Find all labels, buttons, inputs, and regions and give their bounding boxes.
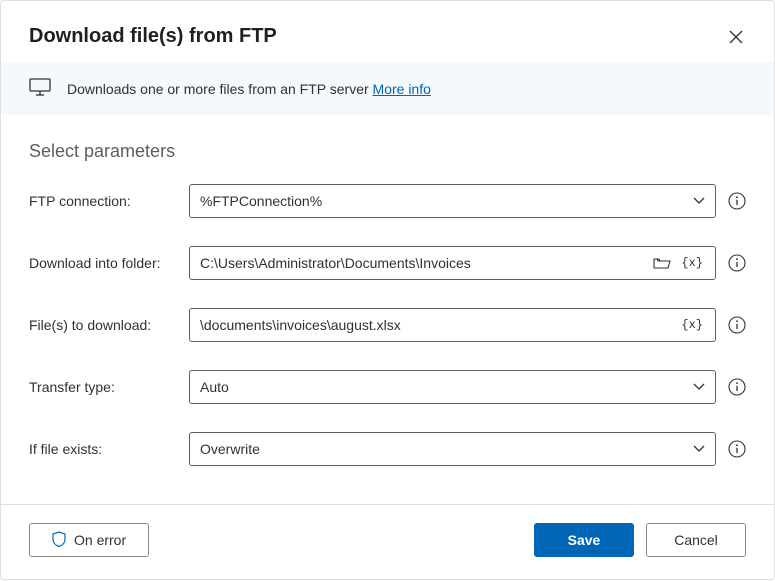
save-label: Save bbox=[568, 532, 601, 548]
download-folder-label: Download into folder: bbox=[29, 255, 177, 271]
if-file-exists-label: If file exists: bbox=[29, 441, 177, 457]
banner-text: Downloads one or more files from an FTP … bbox=[67, 81, 431, 97]
dialog-title: Download file(s) from FTP bbox=[29, 25, 277, 48]
dialog-header: Download file(s) from FTP bbox=[1, 1, 774, 62]
files-to-download-input[interactable]: \documents\invoices\august.xlsx {x} bbox=[189, 308, 716, 342]
field-if-file-exists: If file exists: Overwrite bbox=[29, 432, 746, 466]
on-error-label: On error bbox=[74, 532, 126, 548]
field-download-folder: Download into folder: C:\Users\Administr… bbox=[29, 246, 746, 280]
chevron-down-icon bbox=[693, 383, 705, 391]
variable-picker-icon[interactable]: {x} bbox=[679, 256, 705, 270]
info-icon bbox=[728, 378, 746, 396]
save-button[interactable]: Save bbox=[534, 523, 634, 557]
folder-open-icon[interactable] bbox=[653, 256, 671, 270]
ftp-connection-label: FTP connection: bbox=[29, 193, 177, 209]
if-file-exists-info[interactable] bbox=[728, 440, 746, 458]
on-error-button[interactable]: On error bbox=[29, 523, 149, 557]
content-area: Select parameters FTP connection: %FTPCo… bbox=[1, 115, 774, 504]
files-to-download-label: File(s) to download: bbox=[29, 317, 177, 333]
footer-right: Save Cancel bbox=[534, 523, 746, 557]
section-title: Select parameters bbox=[29, 141, 746, 162]
cancel-button[interactable]: Cancel bbox=[646, 523, 746, 557]
banner-desc: Downloads one or more files from an FTP … bbox=[67, 81, 373, 97]
chevron-down-icon bbox=[693, 445, 705, 453]
info-banner: Downloads one or more files from an FTP … bbox=[1, 62, 774, 115]
transfer-type-info[interactable] bbox=[728, 378, 746, 396]
dialog-footer: On error Save Cancel bbox=[1, 504, 774, 581]
info-icon bbox=[728, 192, 746, 210]
info-icon bbox=[728, 254, 746, 272]
close-button[interactable] bbox=[726, 27, 746, 47]
files-to-download-info[interactable] bbox=[728, 316, 746, 334]
files-to-download-value: \documents\invoices\august.xlsx bbox=[190, 311, 679, 339]
transfer-type-label: Transfer type: bbox=[29, 379, 177, 395]
cancel-label: Cancel bbox=[674, 532, 718, 548]
monitor-icon bbox=[29, 78, 51, 99]
if-file-exists-select[interactable]: Overwrite bbox=[189, 432, 716, 466]
info-icon bbox=[728, 440, 746, 458]
ftp-connection-value: %FTPConnection% bbox=[190, 187, 693, 215]
more-info-link[interactable]: More info bbox=[373, 81, 431, 97]
field-files-to-download: File(s) to download: \documents\invoices… bbox=[29, 308, 746, 342]
download-folder-input[interactable]: C:\Users\Administrator\Documents\Invoice… bbox=[189, 246, 716, 280]
info-icon bbox=[728, 316, 746, 334]
ftp-connection-info[interactable] bbox=[728, 192, 746, 210]
variable-picker-icon[interactable]: {x} bbox=[679, 318, 705, 332]
download-folder-info[interactable] bbox=[728, 254, 746, 272]
download-folder-value: C:\Users\Administrator\Documents\Invoice… bbox=[190, 249, 653, 277]
chevron-down-icon bbox=[693, 197, 705, 205]
if-file-exists-value: Overwrite bbox=[190, 435, 693, 463]
field-ftp-connection: FTP connection: %FTPConnection% bbox=[29, 184, 746, 218]
field-transfer-type: Transfer type: Auto bbox=[29, 370, 746, 404]
shield-icon bbox=[52, 531, 66, 550]
transfer-type-value: Auto bbox=[190, 373, 693, 401]
close-icon bbox=[729, 30, 743, 44]
ftp-connection-select[interactable]: %FTPConnection% bbox=[189, 184, 716, 218]
transfer-type-select[interactable]: Auto bbox=[189, 370, 716, 404]
